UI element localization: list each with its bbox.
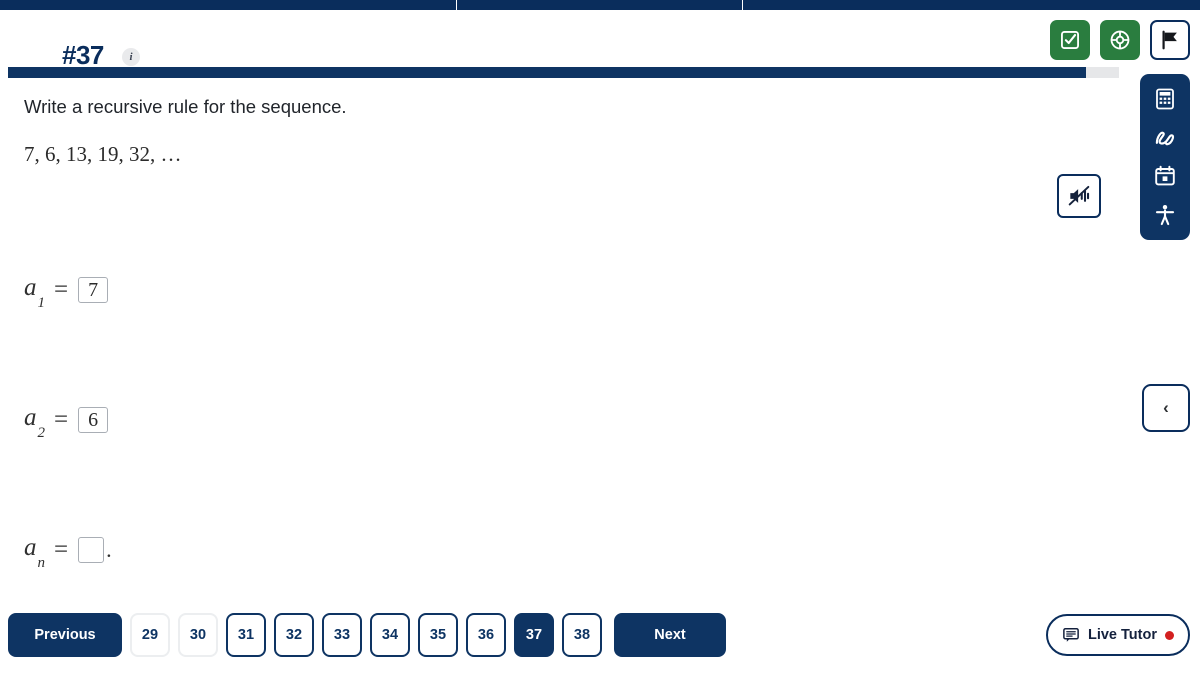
answer-label-a1: a1 <box>24 274 45 311</box>
page-button-30[interactable]: 30 <box>178 613 218 657</box>
answer-label-a2: a2 <box>24 404 45 441</box>
answer-row-a2: a2 = 6 <box>24 404 109 441</box>
calculator-icon <box>1156 88 1174 110</box>
page-button-32[interactable]: 32 <box>274 613 314 657</box>
calculator-tool[interactable] <box>1150 84 1180 114</box>
page-button-36[interactable]: 36 <box>466 613 506 657</box>
draw-tool[interactable] <box>1150 123 1180 153</box>
equals-sign-a2: = <box>54 406 69 433</box>
exercise-progress-fill <box>8 67 1086 78</box>
next-button[interactable]: Next <box>614 613 726 657</box>
page-number-list: 29 30 31 32 33 34 35 36 37 38 <box>130 613 602 657</box>
page-button-29[interactable]: 29 <box>130 613 170 657</box>
flag-question-button[interactable] <box>1150 20 1190 60</box>
life-ring-icon <box>1110 30 1130 50</box>
help-button[interactable] <box>1100 20 1140 60</box>
checkbox-check-icon <box>1061 31 1079 49</box>
exercise-progress-track <box>8 67 1119 78</box>
flag-icon <box>1162 30 1177 50</box>
answer-row-an: an = . <box>24 534 112 571</box>
equals-sign-an: = <box>54 536 69 563</box>
read-aloud-button[interactable] <box>1057 174 1101 218</box>
page-button-38[interactable]: 38 <box>562 613 602 657</box>
chat-message-icon <box>1063 627 1079 642</box>
equals-sign-a1: = <box>54 276 69 303</box>
tool-rail <box>1140 74 1190 240</box>
collapse-panel-button[interactable]: ‹ <box>1142 384 1190 432</box>
question-sequence: 7, 6, 13, 19, 32, … <box>24 142 182 166</box>
page-button-34[interactable]: 34 <box>370 613 410 657</box>
question-prompt: Write a recursive rule for the sequence. <box>24 96 347 117</box>
accessibility-tool[interactable] <box>1150 200 1180 230</box>
answer-input-a1[interactable]: 7 <box>78 277 109 303</box>
scribble-icon <box>1155 131 1175 145</box>
answer-input-a2[interactable]: 6 <box>78 407 109 433</box>
exercise-page: #37 i Write a recursive rule for the seq… <box>0 0 1200 675</box>
question-content: Write a recursive rule for the sequence.… <box>0 82 1130 592</box>
section-segment-1 <box>0 0 457 10</box>
header-actions <box>1050 20 1190 60</box>
section-segment-3 <box>743 0 1200 10</box>
info-icon[interactable]: i <box>122 48 140 66</box>
chevron-left-icon: ‹ <box>1163 398 1169 417</box>
answer-input-an[interactable] <box>78 537 105 563</box>
page-button-31[interactable]: 31 <box>226 613 266 657</box>
live-tutor-button[interactable]: Live Tutor <box>1045 614 1190 656</box>
trailing-period: . <box>106 537 112 562</box>
notes-tool[interactable] <box>1150 161 1180 191</box>
answer-label-an: an <box>24 534 45 571</box>
answer-row-a1: a1 = 7 <box>24 274 109 311</box>
footer: Previous 29 30 31 32 33 34 35 36 37 38 Next Live … <box>0 597 1200 675</box>
page-button-33[interactable]: 33 <box>322 613 362 657</box>
pagination: Previous 29 30 31 32 33 34 35 36 37 38 Next <box>8 613 726 657</box>
page-button-37[interactable]: 37 <box>514 613 554 657</box>
speaker-muted-icon <box>1068 185 1090 206</box>
accessibility-person-icon <box>1155 204 1175 225</box>
header: #37 i <box>0 10 1200 70</box>
previous-button[interactable]: Previous <box>8 613 122 657</box>
check-answer-button[interactable] <box>1050 20 1090 60</box>
calendar-note-icon <box>1155 166 1175 186</box>
page-button-35[interactable]: 35 <box>418 613 458 657</box>
live-tutor-label: Live Tutor <box>1087 627 1157 643</box>
section-progress-bar <box>0 0 1200 10</box>
tutor-status-dot <box>1165 630 1174 640</box>
section-segment-2 <box>457 0 743 10</box>
